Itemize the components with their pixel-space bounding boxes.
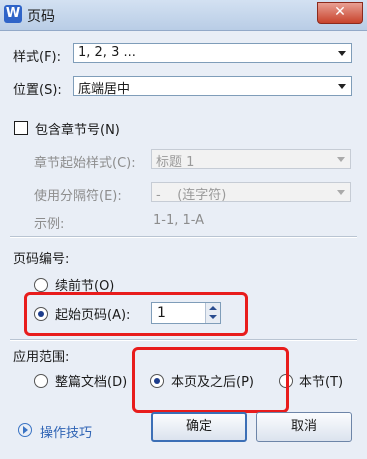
close-button[interactable]: ✕ [317, 2, 363, 24]
operation-tips-link[interactable]: 操作技巧 [40, 422, 92, 441]
dialog-title: 页码 [27, 9, 55, 25]
page-numbering-heading: 页码编号: [13, 252, 70, 267]
example-value: 1-1, 1-A [153, 213, 205, 228]
wps-writer-icon: W [4, 5, 22, 23]
chevron-down-icon [338, 84, 346, 89]
chevron-down-icon [337, 190, 345, 195]
style-dropdown-value: 1, 2, 3 ... [78, 45, 136, 60]
style-dropdown[interactable]: 1, 2, 3 ... [73, 43, 352, 63]
divider [10, 339, 357, 341]
include-chapter-label[interactable]: 包含章节号(N) [35, 119, 120, 138]
chapter-start-style-dropdown[interactable]: 标题 1 [151, 149, 351, 170]
chapter-start-style-value: 标题 1 [156, 155, 195, 170]
position-dropdown-value: 底端居中 [78, 82, 131, 97]
position-label: 位置(S): [13, 83, 62, 98]
include-chapter-checkbox[interactable] [14, 121, 28, 135]
play-circle-icon[interactable] [18, 423, 32, 437]
highlight-apply-scope [132, 347, 289, 413]
apply-scope-heading: 应用范围: [13, 350, 70, 365]
this-section-label[interactable]: 本节(T) [299, 371, 343, 390]
separator-dropdown[interactable]: - (连字符) [151, 182, 351, 203]
separator-value: - (连字符) [156, 188, 227, 203]
highlight-start-page [24, 292, 248, 336]
position-dropdown[interactable]: 底端居中 [73, 76, 352, 97]
continue-previous-radio[interactable] [34, 278, 48, 292]
chevron-down-icon [337, 157, 345, 162]
divider [10, 236, 357, 238]
whole-document-radio[interactable] [34, 374, 48, 388]
chapter-start-style-label: 章节起始样式(C): [34, 156, 136, 171]
ok-button[interactable]: 确定 [151, 412, 247, 442]
title-bar: W 页码 ✕ [0, 0, 367, 31]
style-label: 样式(F): [13, 50, 62, 65]
example-label: 示例: [34, 217, 65, 232]
whole-document-label[interactable]: 整篇文档(D) [55, 371, 127, 390]
chevron-down-icon [338, 51, 346, 56]
cancel-button[interactable]: 取消 [256, 412, 352, 442]
separator-label: 使用分隔符(E): [34, 189, 122, 204]
